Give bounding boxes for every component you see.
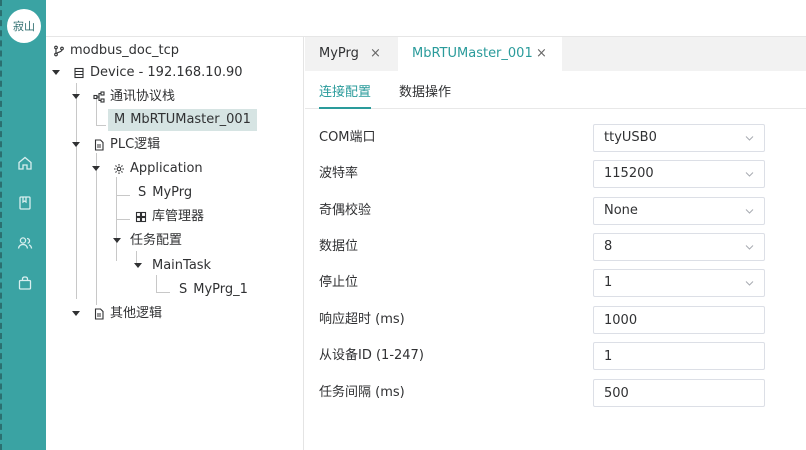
tree-guide-line [96, 125, 106, 126]
tree-guide-line [116, 195, 130, 196]
grid-icon [134, 210, 148, 224]
pou-type-prefix: S [138, 185, 147, 200]
tree-item-label: modbus_doc_tcp [70, 43, 179, 58]
pou-type-prefix: M [114, 112, 126, 127]
tree-item-label: 其他逻辑 [110, 306, 163, 321]
tab-myprg[interactable]: MyPrg [305, 37, 398, 71]
subtab-connection-config[interactable]: 连接配置 [319, 81, 372, 109]
tree-guide-line [76, 83, 77, 299]
chevron-down-icon [745, 243, 754, 252]
tree-item-label: 通讯协议栈 [110, 89, 176, 104]
close-icon[interactable]: × [536, 37, 547, 71]
close-icon[interactable]: × [370, 37, 381, 71]
tree-item-label: 库管理器 [152, 209, 205, 224]
parity-select[interactable]: None [593, 197, 765, 225]
expand-caret-icon[interactable] [52, 70, 60, 75]
bag-icon[interactable] [16, 274, 34, 292]
baud-rate-select[interactable]: 115200 [593, 160, 765, 188]
top-header [46, 0, 806, 37]
com-port-label: COM端口 [319, 130, 376, 145]
users-icon[interactable] [16, 234, 34, 252]
tree-item-main-task[interactable]: MainTask [152, 255, 211, 277]
document-icon [92, 138, 106, 152]
tree-item-root[interactable]: modbus_doc_tcp [52, 40, 179, 62]
tree-item-master[interactable]: M MbRTUMaster_001 [108, 109, 257, 131]
tree-guide-line [156, 292, 170, 293]
com-port-value: ttyUSB0 [604, 130, 657, 145]
home-icon[interactable] [16, 154, 34, 172]
tree-item-myprg[interactable]: S MyPrg [138, 182, 192, 204]
tree-item-label: Device - 192.168.10.90 [90, 65, 243, 80]
tree-item-label: Application [130, 161, 203, 176]
app-logo[interactable]: 寂山 [7, 9, 41, 43]
device-icon [72, 66, 86, 80]
expand-caret-icon[interactable] [72, 94, 80, 99]
chevron-down-icon [745, 207, 754, 216]
task-interval-input[interactable] [593, 379, 765, 407]
expand-caret-icon[interactable] [134, 263, 142, 268]
parity-label: 奇偶校验 [319, 203, 372, 218]
editor-panel: MyPrg × MbRTUMaster_001 × 连接配置 数据操作 COM端… [305, 37, 806, 450]
project-tree: modbus_doc_tcp Device - 192.168.10.90 通讯… [46, 37, 304, 450]
tree-item-plc-logic[interactable]: PLC逻辑 [92, 134, 160, 156]
tree-item-application[interactable]: Application [112, 158, 203, 180]
baud-rate-value: 115200 [604, 166, 654, 181]
tree-guide-line [116, 219, 130, 220]
expand-caret-icon[interactable] [72, 311, 80, 316]
tree-item-label: MyPrg [152, 185, 193, 200]
stop-bits-value: 1 [604, 275, 613, 290]
tree-item-comm-stack[interactable]: 通讯协议栈 [92, 86, 175, 108]
task-interval-label: 任务间隔 (ms) [319, 385, 405, 400]
tree-item-label: 任务配置 [130, 233, 183, 248]
config-subtabs: 连接配置 数据操作 [305, 71, 806, 109]
expand-caret-icon[interactable] [92, 166, 100, 171]
tree-item-task-config[interactable]: 任务配置 [130, 230, 182, 252]
slave-id-input[interactable] [593, 342, 765, 370]
tree-item-label: PLC逻辑 [110, 137, 161, 152]
tree-item-other-logic[interactable]: 其他逻辑 [92, 303, 162, 325]
tab-label: MbRTUMaster_001 [412, 46, 533, 61]
pou-type-prefix: S [179, 282, 188, 297]
slave-id-label: 从设备ID (1-247) [319, 348, 424, 363]
tab-label: MyPrg [319, 46, 359, 61]
gear-icon [112, 162, 126, 176]
timeout-label: 响应超时 (ms) [319, 312, 405, 327]
tree-item-myprg-1[interactable]: S MyPrg_1 [179, 279, 248, 301]
stop-bits-select[interactable]: 1 [593, 269, 765, 297]
editor-tabs: MyPrg × MbRTUMaster_001 × [305, 37, 806, 71]
data-bits-select[interactable]: 8 [593, 233, 765, 261]
expand-caret-icon[interactable] [72, 142, 80, 147]
stop-bits-label: 停止位 [319, 275, 359, 290]
tree-item-device[interactable]: Device - 192.168.10.90 [72, 62, 243, 84]
chevron-down-icon [745, 134, 754, 143]
book-icon[interactable] [16, 194, 34, 212]
tree-guide-line [156, 275, 157, 293]
network-icon [92, 90, 106, 104]
tree-item-library[interactable]: 库管理器 [134, 206, 204, 228]
timeout-input[interactable] [593, 306, 765, 334]
tree-guide-line [96, 153, 97, 305]
left-rail: 寂山 [0, 0, 46, 450]
chevron-down-icon [745, 170, 754, 179]
baud-rate-label: 波特率 [319, 166, 359, 181]
branch-icon [52, 44, 66, 58]
chevron-down-icon [745, 279, 754, 288]
data-bits-value: 8 [604, 239, 613, 254]
tree-item-label: MainTask [152, 258, 212, 273]
parity-value: None [604, 203, 638, 218]
subtab-data-operation[interactable]: 数据操作 [399, 81, 451, 109]
document-icon [92, 307, 106, 321]
tree-item-label: MyPrg_1 [193, 282, 248, 297]
tree-item-label: MbRTUMaster_001 [130, 112, 251, 127]
data-bits-label: 数据位 [319, 239, 359, 254]
com-port-select[interactable]: ttyUSB0 [593, 124, 765, 152]
expand-caret-icon[interactable] [113, 238, 121, 243]
